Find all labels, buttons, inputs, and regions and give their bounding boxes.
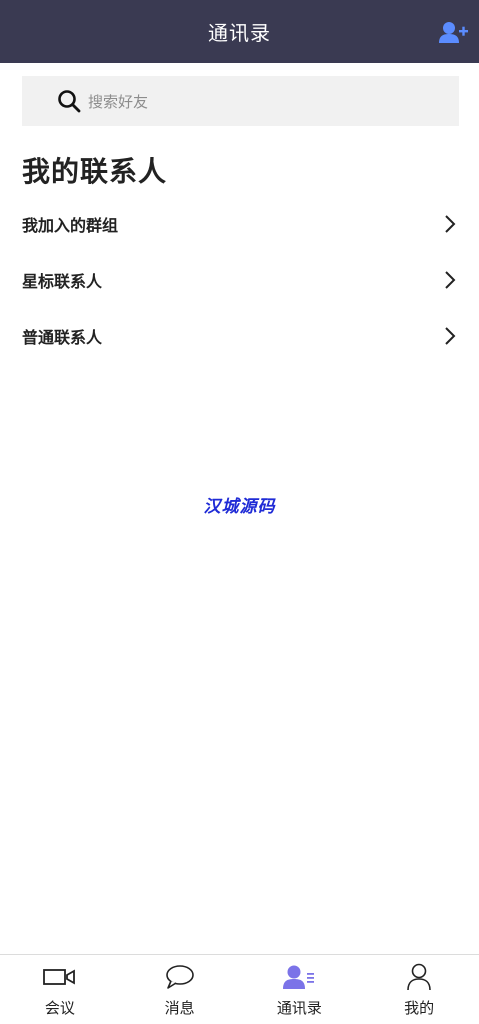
- tab-me[interactable]: 我的: [359, 955, 479, 1024]
- section-title: 我的联系人: [22, 155, 168, 188]
- bottom-tab-bar: 会议 消息 通讯录 我的: [0, 954, 479, 1024]
- watermark-text: 汉城源码: [203, 497, 276, 517]
- chevron-right-icon: [443, 214, 457, 234]
- tab-messages[interactable]: 消息: [120, 955, 240, 1024]
- tab-contacts[interactable]: 通讯录: [240, 955, 360, 1024]
- search-icon: [56, 88, 82, 114]
- contact-category-list: 我加入的群组 星标联系人 普通联系人: [0, 196, 479, 364]
- video-camera-icon: [42, 963, 77, 991]
- search-bar[interactable]: 搜索好友: [22, 76, 459, 126]
- list-item-joined-groups[interactable]: 我加入的群组: [0, 196, 479, 252]
- list-item-regular-contacts[interactable]: 普通联系人: [0, 308, 479, 364]
- tab-label: 消息: [164, 999, 195, 1017]
- person-icon: [406, 963, 432, 991]
- list-item-label: 我加入的群组: [22, 216, 119, 235]
- tab-label: 通讯录: [276, 999, 322, 1017]
- add-contact-button[interactable]: [439, 20, 469, 46]
- list-item-label: 普通联系人: [22, 328, 103, 347]
- search-placeholder: 搜索好友: [88, 92, 149, 111]
- page-title: 通讯录: [208, 21, 271, 45]
- contacts-icon: [283, 963, 315, 991]
- add-user-icon: [439, 22, 468, 43]
- list-item-starred-contacts[interactable]: 星标联系人: [0, 252, 479, 308]
- tab-label: 我的: [404, 999, 435, 1017]
- tab-meeting[interactable]: 会议: [0, 955, 120, 1024]
- app-header: 通讯录: [0, 0, 479, 63]
- list-item-label: 星标联系人: [22, 272, 103, 291]
- tab-label: 会议: [44, 999, 75, 1017]
- chevron-right-icon: [443, 326, 457, 346]
- chevron-right-icon: [443, 270, 457, 290]
- chat-bubble-icon: [165, 963, 195, 991]
